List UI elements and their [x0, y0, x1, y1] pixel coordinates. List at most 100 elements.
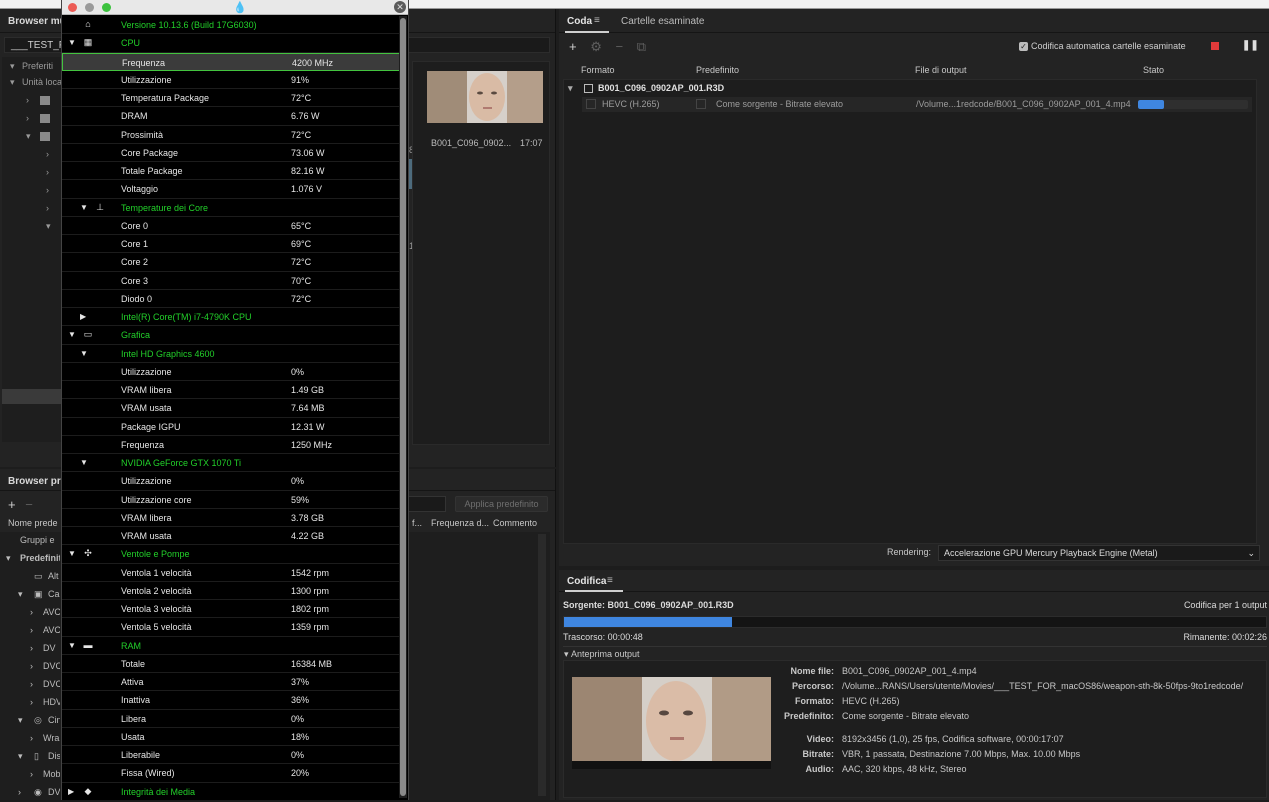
sensor-scrollbar-thumb[interactable] — [400, 18, 406, 796]
sensor-group-row[interactable]: ▼ ▦ CPU — [62, 34, 401, 53]
minimize-window-icon[interactable] — [85, 3, 94, 12]
remove-icon[interactable]: − — [616, 39, 624, 54]
list-item[interactable]: ▾ ▣ Car — [0, 586, 60, 604]
sensor-row[interactable]: Attiva 37% — [62, 673, 401, 692]
sensor-row[interactable]: Core 0 65°C — [62, 217, 401, 235]
sensor-row[interactable]: Utilizzazione 0% — [62, 472, 401, 491]
sensor-row[interactable]: Frequenza 4200 MHz — [62, 52, 401, 71]
expand-arrow-icon[interactable]: ▼ — [80, 203, 88, 212]
expand-arrow-icon[interactable]: ▼ — [80, 458, 88, 467]
list-item[interactable]: Gruppi e — [0, 532, 60, 550]
list-item[interactable]: › DVC — [0, 676, 60, 694]
list-item[interactable]: › Mob — [0, 766, 60, 784]
sensor-row[interactable]: Package IGPU 12.31 W — [62, 418, 401, 436]
tree-item-folder[interactable]: › — [2, 165, 62, 180]
list-item[interactable]: › Wra — [0, 730, 60, 748]
sensor-row[interactable]: Liberabile 0% — [62, 746, 401, 765]
tree-item-folder[interactable]: › — [2, 183, 62, 198]
encoding-menu-icon[interactable]: ≡ — [607, 575, 613, 586]
sensor-row[interactable]: Frequenza 1250 MHz — [62, 436, 401, 454]
sensor-group-row[interactable]: ▼ Intel HD Graphics 4600 — [62, 345, 401, 363]
tree-item-drive[interactable]: › — [2, 111, 62, 126]
list-item[interactable]: › AVC — [0, 622, 60, 640]
tree-item-drive[interactable]: ▾ — [2, 129, 62, 144]
clip-thumbnail[interactable] — [427, 71, 543, 123]
sensor-row[interactable]: VRAM libera 1.49 GB — [62, 381, 401, 400]
sensor-row[interactable]: Utilizzazione 0% — [62, 363, 401, 381]
col-f[interactable]: f... — [412, 518, 422, 528]
encoding-title[interactable]: Codifica — [567, 576, 606, 587]
sensor-group-row[interactable]: ▶ ◆ Integrità dei Media — [62, 783, 401, 801]
tree-item-favorites[interactable]: ▾ Preferiti — [2, 59, 62, 74]
sensor-row[interactable]: Ventola 2 velocità 1300 rpm — [62, 582, 401, 600]
format-dropdown-icon[interactable] — [586, 99, 596, 109]
sensor-row[interactable]: Usata 18% — [62, 728, 401, 746]
sensor-group-row[interactable]: ⌂ Versione 10.13.6 (Build 17G6030) — [62, 16, 401, 35]
sensor-row[interactable]: Totale Package 82.16 W — [62, 162, 401, 181]
expand-arrow-icon[interactable]: ▼ — [68, 641, 76, 650]
sensor-row[interactable]: Utilizzazione core 59% — [62, 491, 401, 509]
settings-sliders-icon[interactable]: ⚙ — [590, 39, 602, 54]
expand-arrow-icon[interactable]: ▼ — [80, 349, 88, 358]
sensor-row[interactable]: Inattiva 36% — [62, 691, 401, 710]
close-window-icon[interactable] — [68, 3, 77, 12]
output-file-path[interactable]: /Volume...1redcode/B001_C096_0902AP_001_… — [916, 99, 1131, 109]
sensor-row[interactable]: Prossimità 72°C — [62, 126, 401, 144]
output-format[interactable]: HEVC (H.265) — [602, 99, 660, 109]
queue-output-row[interactable]: HEVC (H.265) Come sorgente - Bitrate ele… — [582, 97, 1252, 112]
queue-menu-icon[interactable]: ≡ — [594, 15, 600, 26]
tree-item-folder[interactable]: › — [2, 201, 62, 216]
list-item[interactable]: ▾ ▯ Dis — [0, 748, 60, 766]
sensor-row[interactable]: VRAM libera 3.78 GB — [62, 509, 401, 527]
list-item[interactable]: › DV — [0, 640, 60, 658]
sensor-row[interactable]: Core Package 73.06 W — [62, 144, 401, 162]
list-item[interactable]: › DVC — [0, 658, 60, 676]
sensor-row[interactable]: Diodo 0 72°C — [62, 290, 401, 308]
sensor-group-row[interactable]: ▶ Intel(R) Core(TM) i7-4790K CPU — [62, 308, 401, 327]
pause-button[interactable]: ❚❚ — [1242, 40, 1259, 51]
tree-item-folder[interactable]: ▾ — [2, 219, 62, 234]
sensor-row[interactable]: Fissa (Wired) 20% — [62, 764, 401, 783]
list-item[interactable]: ▾ ◎ Cin — [0, 712, 60, 730]
collapse-arrow-icon[interactable]: ▶ — [80, 312, 86, 321]
remove-preset-icon[interactable]: − — [25, 497, 33, 512]
sensor-row[interactable]: Temperatura Package 72°C — [62, 89, 401, 108]
sensor-row[interactable]: Ventola 1 velocità 1542 rpm — [62, 564, 401, 582]
apply-preset-button[interactable]: Applica predefinito — [455, 496, 548, 512]
sensor-group-row[interactable]: ▼ NVIDIA GeForce GTX 1070 Ti — [62, 454, 401, 473]
tree-item-local-drives[interactable]: ▾ Unità loca — [2, 75, 62, 90]
add-source-icon[interactable]: + — [569, 39, 577, 54]
stop-button[interactable] — [1211, 42, 1219, 50]
sensor-row[interactable]: DRAM 6.76 W — [62, 107, 401, 126]
tab-watch-folders[interactable]: Cartelle esaminate — [621, 16, 704, 27]
collapse-arrow-icon[interactable]: ▾ — [568, 83, 573, 94]
col-output-file[interactable]: File di output — [915, 65, 967, 75]
tree-item-drive[interactable]: › — [2, 93, 62, 108]
col-format[interactable]: Formato — [581, 65, 615, 75]
sensor-row[interactable]: Totale 16384 MB — [62, 655, 401, 673]
expand-arrow-icon[interactable]: ▼ — [68, 38, 76, 47]
list-item[interactable]: ▾ Predefinit — [0, 550, 60, 568]
close-icon[interactable]: ✕ — [394, 1, 406, 13]
duplicate-icon[interactable]: ⧉ — [637, 39, 646, 54]
sensor-row[interactable]: Ventola 3 velocità 1802 rpm — [62, 600, 401, 619]
col-comment[interactable]: Commento — [493, 518, 537, 528]
sensor-group-row[interactable]: ▼ ▬ RAM — [62, 637, 401, 655]
add-preset-icon[interactable]: + — [8, 497, 16, 512]
output-preset[interactable]: Come sorgente - Bitrate elevato — [716, 99, 843, 109]
sensor-group-row[interactable]: ▼ ✣ Ventole e Pompe — [62, 545, 401, 564]
sensor-row[interactable]: VRAM usata 7.64 MB — [62, 399, 401, 418]
list-item[interactable]: › HDV — [0, 694, 60, 712]
tree-selected-row[interactable] — [2, 389, 62, 404]
queue-source-row[interactable]: ▾ B001_C096_0902AP_001.R3D — [568, 82, 1254, 96]
col-preset[interactable]: Predefinito — [696, 65, 739, 75]
col-frequency[interactable]: Frequenza d... — [431, 518, 489, 528]
sensor-row[interactable]: Libera 0% — [62, 710, 401, 728]
sensor-row[interactable]: VRAM usata 4.22 GB — [62, 527, 401, 546]
preset-dropdown-icon[interactable] — [696, 99, 706, 109]
sensor-row[interactable]: Utilizzazione 91% — [62, 71, 401, 89]
rendering-select[interactable]: Accelerazione GPU Mercury Playback Engin… — [938, 545, 1260, 561]
sensor-group-row[interactable]: ▼ ▭ Grafica — [62, 326, 401, 345]
preset-scrollbar[interactable] — [538, 534, 546, 796]
collapse-arrow-icon[interactable]: ▶ — [68, 787, 74, 796]
